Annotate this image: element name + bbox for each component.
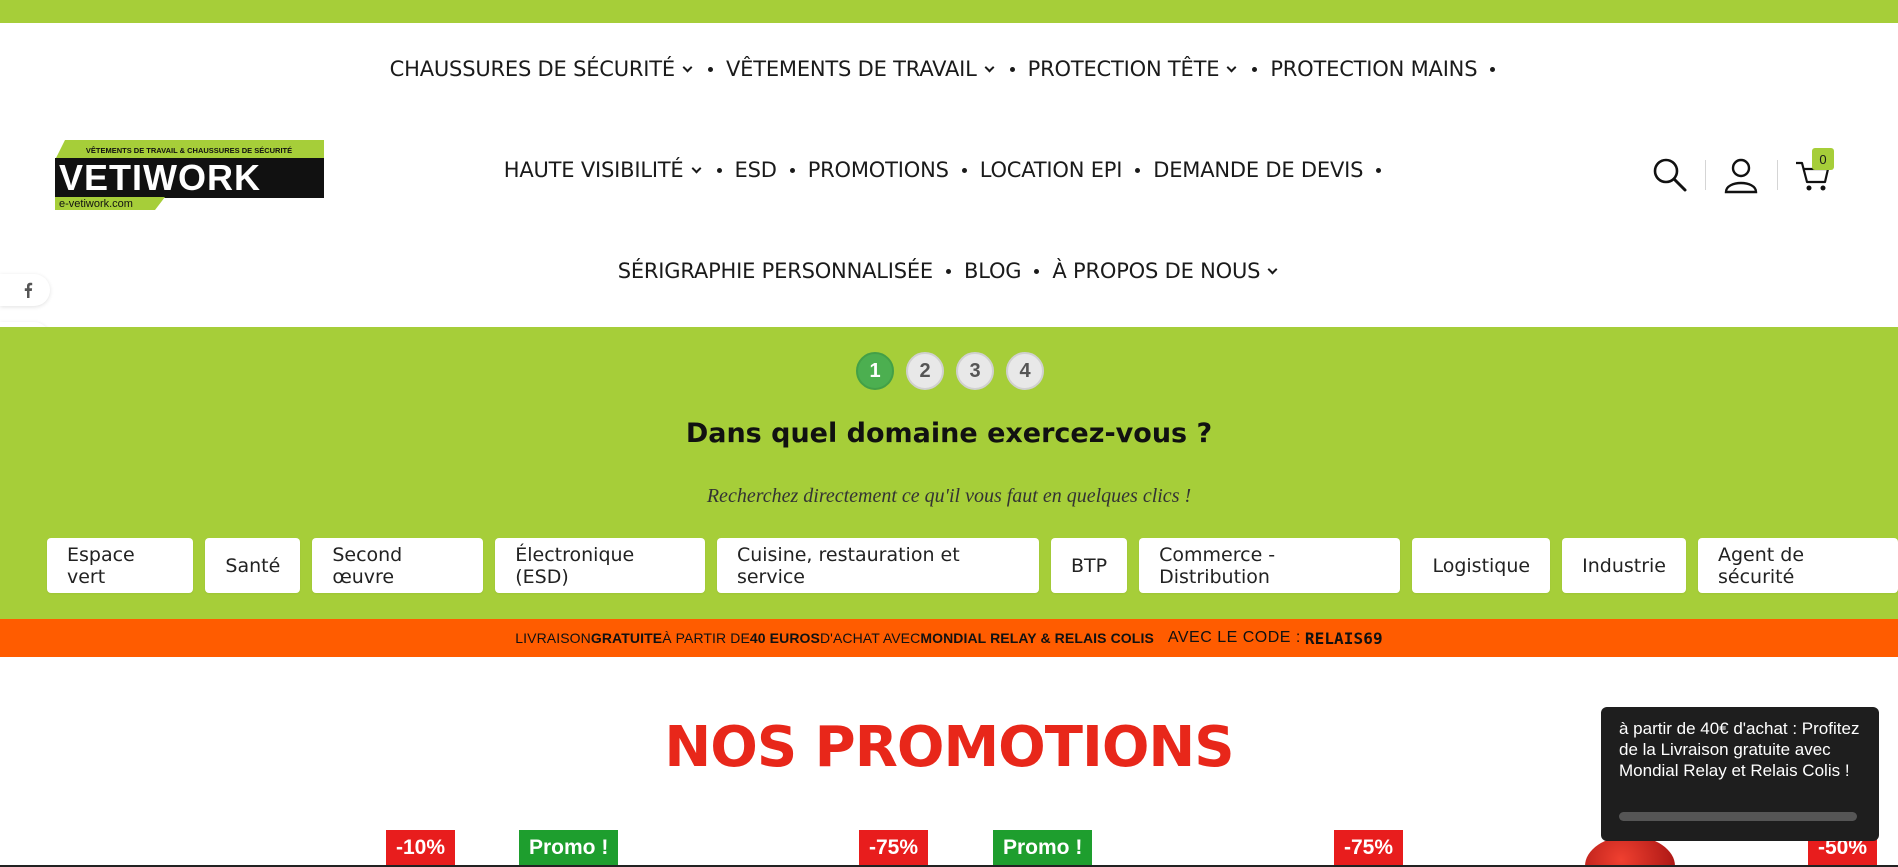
domain-button-industrie[interactable]: Industrie <box>1562 538 1686 593</box>
domain-button-list: Espace vert Santé Second œuvre Électronique… <box>47 538 1898 593</box>
banner-text-bold: 40 EUROS <box>749 630 820 646</box>
nav-separator-dot <box>1376 167 1382 173</box>
main-nav-row-2: HAUTE VISIBILITÉ ESD PROMOTIONS LOCATION EP… <box>0 150 1898 190</box>
chevron-down-icon <box>1226 62 1237 72</box>
nav-separator-dot <box>946 268 951 274</box>
main-nav-row-3: SÉRIGRAPHIE PERSONNALISÉE BLOG À PROPOS DE… <box>0 251 1898 291</box>
discount-badge: -75% <box>859 830 929 865</box>
nav-item-label: BLOG <box>964 259 1022 283</box>
domain-question-title: Dans quel domaine exercez-vous ? <box>685 418 1213 449</box>
domain-button-sante[interactable]: Santé <box>205 538 301 593</box>
banner-text-bold: GRATUITE <box>590 630 663 646</box>
toast-message: à partir de 40€ d'achat : Profitez de la… <box>1619 719 1860 780</box>
chevron-down-icon <box>984 62 995 72</box>
step-indicator: 1234 <box>856 352 1044 390</box>
chevron-down-icon <box>1267 264 1278 274</box>
nav-item-label: PROTECTION MAINS <box>1270 57 1478 81</box>
domain-question-subtitle: Recherchez directement ce qu'il vous fau… <box>706 485 1192 507</box>
chevron-down-icon <box>691 163 701 173</box>
domain-button-espace-vert[interactable]: Espace vert <box>47 538 194 593</box>
promo-code-label: AVEC LE CODE : <box>1167 629 1301 646</box>
user-icon[interactable] <box>1721 155 1761 195</box>
promo-code: RELAIS69 <box>1304 628 1383 648</box>
main-nav-row-1: CHAUSSURES DE SÉCURITÉ VÊTEMENTS DE TRAVA… <box>0 49 1898 89</box>
banner-text-bold: MONDIAL RELAY & RELAIS COLIS <box>920 630 1154 646</box>
promo-badge: Promo ! <box>993 830 1093 865</box>
nav-item-chaussures-de-securite[interactable]: CHAUSSURES DE SÉCURITÉ <box>390 57 695 81</box>
nav-separator-dot <box>716 167 722 173</box>
domain-button-commerce-distribution[interactable]: Commerce - Distribution <box>1139 538 1401 593</box>
nav-separator-dot <box>708 66 713 72</box>
shipping-toast-notification[interactable]: à partir de 40€ d'achat : Profitez de la… <box>1601 707 1879 841</box>
nav-item-protection-tete[interactable]: PROTECTION TÊTE <box>1028 57 1240 81</box>
step-4[interactable]: 4 <box>1006 352 1044 390</box>
nav-item-serigraphie-personnalisee[interactable]: SÉRIGRAPHIE PERSONNALISÉE <box>618 259 933 283</box>
nav-item-a-propos-de-nous[interactable]: À PROPOS DE NOUS <box>1052 259 1280 283</box>
free-shipping-banner: LIVRAISON GRATUITE À PARTIR DE 40 EUROS … <box>0 619 1898 657</box>
chevron-down-icon <box>682 62 693 72</box>
banner-text: LIVRAISON <box>515 630 591 646</box>
top-accent-bar <box>0 0 1898 23</box>
nav-separator-dot <box>1490 66 1496 72</box>
nav-item-label: PROTECTION TÊTE <box>1027 57 1220 81</box>
nav-separator-dot <box>1135 167 1141 173</box>
nav-separator-dot <box>961 167 967 173</box>
step-2[interactable]: 2 <box>906 352 944 390</box>
domain-button-agent-de-securite[interactable]: Agent de sécurité <box>1698 538 1898 593</box>
nav-item-label: ESD <box>734 158 777 182</box>
promo-badge: Promo ! <box>519 830 619 865</box>
nav-item-label: SÉRIGRAPHIE PERSONNALISÉE <box>617 259 933 283</box>
domain-button-btp[interactable]: BTP <box>1051 538 1128 593</box>
nav-item-label: PROMOTIONS <box>807 158 949 182</box>
facebook-icon[interactable] <box>0 274 50 306</box>
header-divider <box>1705 160 1706 190</box>
nav-item-demande-de-devis[interactable]: DEMANDE DE DEVIS <box>1153 158 1363 182</box>
banner-text: À PARTIR DE <box>662 630 750 646</box>
domain-button-electronique-esd[interactable]: Électronique (ESD) <box>495 538 705 593</box>
discount-badge: -75% <box>1334 830 1404 865</box>
step-3[interactable]: 3 <box>956 352 994 390</box>
domain-button-second-uvre[interactable]: Second œuvre <box>312 538 484 593</box>
step-1[interactable]: 1 <box>856 352 894 390</box>
nav-separator-dot <box>1009 66 1015 72</box>
header-divider <box>1777 160 1778 190</box>
nav-item-label: VÊTEMENTS DE TRAVAIL <box>726 57 977 81</box>
nav-item-blog[interactable]: BLOG <box>964 259 1022 283</box>
banner-text: D'ACHAT AVEC <box>819 630 921 646</box>
logo-url: e-vetiwork.com <box>59 198 133 210</box>
nav-item-label: À PROPOS DE NOUS <box>1052 259 1261 283</box>
nav-separator-dot <box>1252 66 1258 72</box>
nav-item-label: DEMANDE DE DEVIS <box>1153 158 1364 182</box>
toast-progress-bar <box>1619 812 1857 821</box>
nav-item-location-epi[interactable]: LOCATION EPI <box>980 158 1123 182</box>
discount-badge: -10% <box>386 830 456 865</box>
nav-item-esd[interactable]: ESD <box>735 158 777 182</box>
nav-item-haute-visibilite[interactable]: HAUTE VISIBILITÉ <box>504 158 704 182</box>
domain-button-logistique[interactable]: Logistique <box>1412 538 1551 593</box>
nav-item-label: HAUTE VISIBILITÉ <box>503 158 684 182</box>
nav-item-label: LOCATION EPI <box>979 158 1123 182</box>
nav-separator-dot <box>1034 268 1040 274</box>
nav-item-vetements-de-travail[interactable]: VÊTEMENTS DE TRAVAIL <box>726 57 997 81</box>
domain-button-cuisine-restauration-et-service[interactable]: Cuisine, restauration et service <box>716 538 1040 593</box>
cart-count-badge: 0 <box>1812 148 1834 170</box>
search-icon[interactable] <box>1650 155 1690 195</box>
nav-item-label: CHAUSSURES DE SÉCURITÉ <box>389 57 676 81</box>
nav-item-protection-mains[interactable]: PROTECTION MAINS <box>1270 57 1477 81</box>
nav-separator-dot <box>789 167 795 173</box>
nav-item-promotions[interactable]: PROMOTIONS <box>808 158 949 182</box>
